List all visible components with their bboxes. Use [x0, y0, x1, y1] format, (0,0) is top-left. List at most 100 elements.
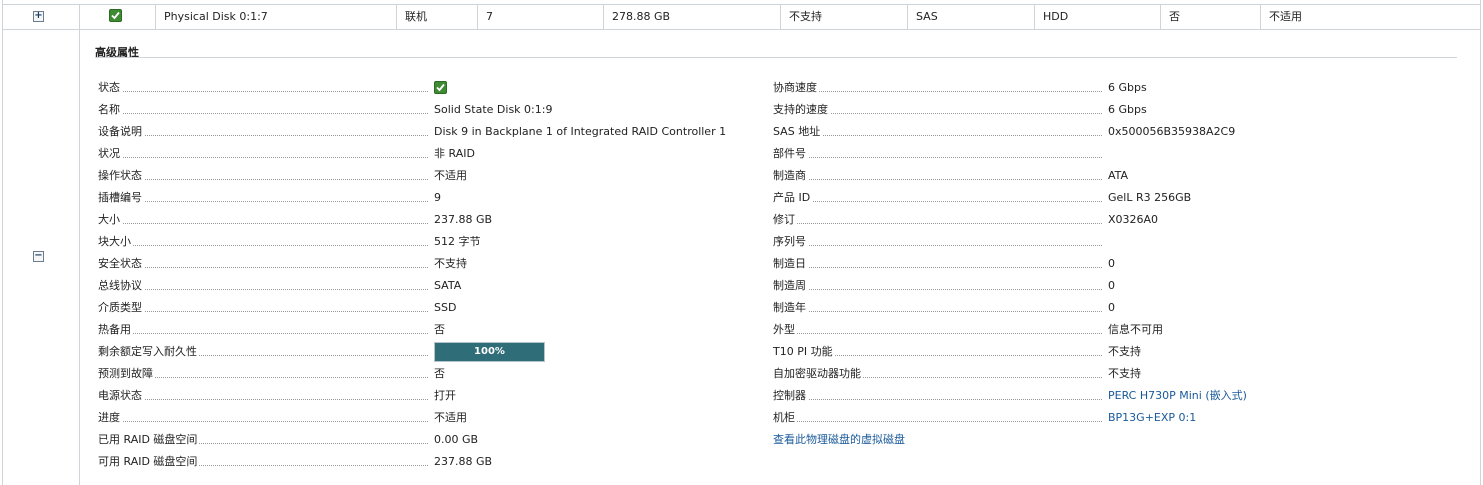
property-value: 0: [1108, 279, 1115, 292]
property-row: 操作状态 不适用: [98, 168, 834, 184]
dot-leader: [773, 421, 1102, 422]
dot-leader: [773, 289, 1102, 290]
dot-leader: [98, 91, 428, 92]
property-value: 不支持: [1108, 367, 1141, 380]
dot-leader: [98, 421, 428, 422]
property-row: 插槽编号 9: [98, 190, 834, 206]
dot-leader: [98, 267, 428, 268]
status-cell: [79, 5, 158, 29]
dot-leader: [98, 135, 428, 136]
property-label: 剩余额定写入耐久性: [98, 344, 199, 360]
collapse-row-button[interactable]: −: [33, 251, 44, 262]
property-label: 状况: [98, 146, 122, 162]
property-row: 热备用 否: [98, 322, 834, 338]
property-label: 自加密驱动器功能: [773, 366, 863, 382]
disk-bus-cell: SAS: [907, 5, 1034, 29]
property-row: 制造商 ATA: [773, 168, 1483, 184]
disk-state-cell: 联机: [396, 5, 477, 29]
enclosure-link[interactable]: BP13G+EXP 0:1: [1108, 410, 1196, 426]
disk-slot-cell: 7: [477, 5, 603, 29]
property-value: 否: [434, 367, 445, 380]
dot-leader: [98, 179, 428, 180]
property-row: 自加密驱动器功能 不支持: [773, 366, 1483, 382]
property-row: 支持的速度 6 Gbps: [773, 102, 1483, 118]
property-value: 9: [434, 191, 441, 204]
dot-leader: [773, 135, 1102, 136]
dot-leader: [773, 333, 1102, 334]
property-label: 块大小: [98, 234, 133, 250]
controller-link[interactable]: PERC H730P Mini (嵌入式): [1108, 388, 1247, 404]
property-row: 电源状态 打开: [98, 388, 834, 404]
dot-leader: [98, 223, 428, 224]
property-row: 剩余额定写入耐久性 100%: [98, 342, 834, 362]
dot-leader: [773, 201, 1102, 202]
dot-leader: [773, 179, 1102, 180]
property-label: 制造商: [773, 168, 808, 184]
property-label: 制造年: [773, 300, 808, 316]
property-label: 热备用: [98, 322, 133, 338]
property-row: 制造年 0: [773, 300, 1483, 316]
dot-leader: [98, 311, 428, 312]
property-value: 0: [1108, 301, 1115, 314]
property-value: SATA: [434, 279, 462, 292]
property-label: 控制器: [773, 388, 808, 404]
property-row: 协商速度 6 Gbps: [773, 80, 1483, 96]
property-value: 0.00 GB: [434, 433, 479, 446]
property-label: 机柜: [773, 410, 797, 426]
property-value: Solid State Disk 0:1:9: [434, 103, 553, 116]
property-row: 块大小 512 字节: [98, 234, 834, 250]
disk-security-cell: 不支持: [780, 5, 907, 29]
property-value: 不支持: [434, 257, 467, 270]
expand-row-button[interactable]: +: [33, 11, 44, 22]
property-row: 预测到故障 否: [98, 366, 834, 382]
property-row: 制造日 0: [773, 256, 1483, 272]
property-row: 修订 X0326A0: [773, 212, 1483, 228]
property-label: 进度: [98, 410, 122, 426]
property-row: 部件号: [773, 146, 1483, 162]
property-label: 预测到故障: [98, 366, 155, 382]
property-label: 操作状态: [98, 168, 144, 184]
property-label: 插槽编号: [98, 190, 144, 206]
property-row: 名称 Solid State Disk 0:1:9: [98, 102, 834, 118]
property-value: 不适用: [434, 169, 467, 182]
property-label: 总线协议: [98, 278, 144, 294]
property-value: 237.88 GB: [434, 213, 493, 226]
property-value: 不适用: [434, 411, 467, 424]
property-value: 6 Gbps: [1108, 103, 1147, 116]
property-label: 部件号: [773, 146, 808, 162]
disk-remaining-cell: 不适用: [1260, 5, 1479, 29]
dot-leader: [773, 245, 1102, 246]
property-label: 外型: [773, 322, 797, 338]
dot-leader: [98, 113, 428, 114]
property-label: 名称: [98, 102, 122, 118]
property-value: 0x500056B35938A2C9: [1108, 125, 1236, 138]
dot-leader: [98, 201, 428, 202]
section-divider: [95, 57, 1457, 58]
view-virtual-disks-link[interactable]: 查看此物理磁盘的虚拟磁盘: [773, 432, 905, 448]
dot-leader: [773, 223, 1102, 224]
property-label: 状态: [98, 80, 122, 96]
disk-media-cell: HDD: [1034, 5, 1160, 29]
dot-leader: [98, 333, 428, 334]
status-ok-icon: [109, 9, 122, 22]
property-row: 已用 RAID 磁盘空间 0.00 GB: [98, 432, 834, 448]
property-value: Disk 9 in Backplane 1 of Integrated RAID…: [434, 125, 727, 138]
property-label: 已用 RAID 磁盘空间: [98, 432, 200, 448]
property-label: 介质类型: [98, 300, 144, 316]
property-row: 安全状态 不支持: [98, 256, 834, 272]
property-label: 安全状态: [98, 256, 144, 272]
property-label: T10 PI 功能: [773, 344, 835, 360]
property-value: 信息不可用: [1108, 323, 1163, 336]
property-row: 制造周 0: [773, 278, 1483, 294]
property-value: 不支持: [1108, 345, 1141, 358]
property-value: 512 字节: [434, 235, 481, 248]
property-value: 6 Gbps: [1108, 81, 1147, 94]
property-value: 否: [434, 323, 445, 336]
dot-leader: [773, 91, 1102, 92]
property-value: X0326A0: [1108, 213, 1159, 226]
property-value: 237.88 GB: [434, 455, 493, 468]
physical-disk-detail-panel: + Physical Disk 0:1:7 联机 7 278.88 GB 不支持…: [0, 0, 1483, 485]
disk-name-cell: Physical Disk 0:1:7: [155, 5, 396, 29]
property-value: 打开: [434, 389, 456, 402]
dot-leader: [773, 399, 1102, 400]
